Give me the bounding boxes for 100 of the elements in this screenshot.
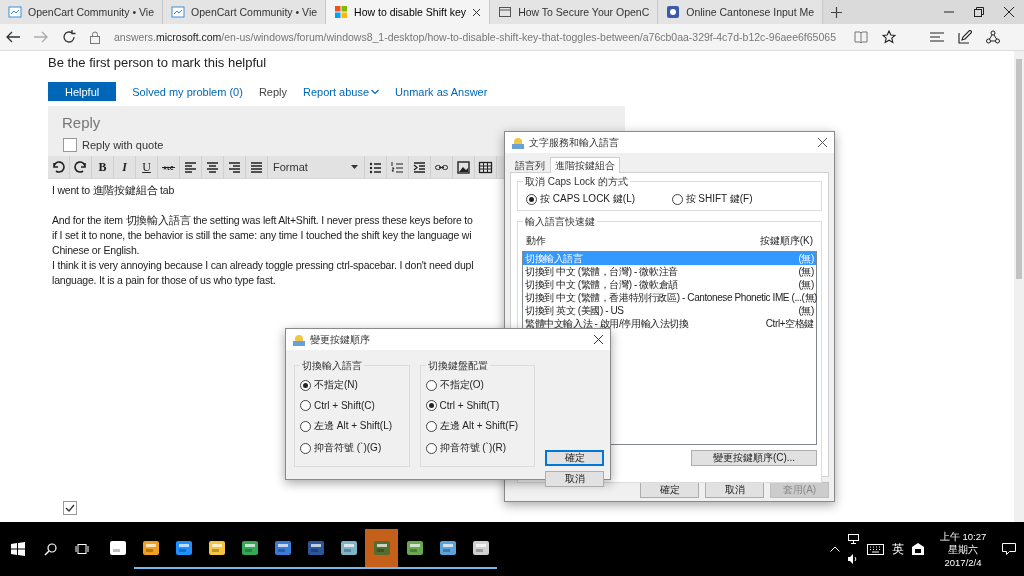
ime-pad-icon <box>912 543 924 555</box>
format-dropdown[interactable]: Format <box>268 156 365 178</box>
scrollbar[interactable] <box>1014 51 1024 524</box>
site-icon <box>8 5 22 19</box>
browser-tab[interactable]: OpenCart Community • Vie <box>163 0 327 24</box>
option-label: 按 SHIFT 鍵(F) <box>685 192 753 206</box>
new-tab-icon <box>830 6 842 18</box>
app-icon[interactable] <box>339 539 358 557</box>
dialog-title: 變更按鍵順序 <box>310 332 371 347</box>
app-icon[interactable] <box>306 539 325 557</box>
hotkey-row[interactable]: 切換到 中文 (繁體，台灣) - 微軟注音 (無) <box>523 265 816 278</box>
report-abuse-dropdown[interactable]: Report abuse <box>303 85 380 98</box>
lock-icon <box>90 30 100 44</box>
radio-button[interactable] <box>300 420 311 432</box>
hotkey-row[interactable]: 繁體中文輸入法 - 啟用/停用輸入法切換 Ctrl+空格鍵 <box>523 317 816 330</box>
close-icon <box>594 335 603 344</box>
app-icon[interactable] <box>405 539 424 557</box>
body-line: I went to 進階按鍵組合 tab <box>52 183 175 198</box>
site-icon <box>171 5 186 19</box>
page-icon <box>498 5 513 19</box>
notify-checkbox[interactable] <box>63 501 77 515</box>
app-icon[interactable] <box>240 539 259 557</box>
clock[interactable]: 上午 10:27 星期六 2017/2/4 <box>932 529 994 569</box>
dialog-tab[interactable]: 進階按鍵組合 <box>550 157 620 173</box>
browser-tab[interactable]: OpenCart Community • Vie <box>0 0 164 24</box>
reading-view-icon <box>854 31 868 43</box>
network-icon <box>848 534 859 544</box>
reply-heading: Reply <box>61 114 102 133</box>
dialog-button[interactable]: 確定 <box>545 450 604 466</box>
option-label: Ctrl + Shift(T) <box>439 400 500 411</box>
action-link[interactable]: Unmark as Answer <box>395 85 488 98</box>
restore-icon <box>974 7 984 17</box>
body-line: And for the item 切換輸入語言 the setting was left Alt+Shift. I never press these keys before to <box>52 213 473 228</box>
web-note-icon <box>958 30 972 44</box>
change-sequence-button[interactable]: 變更按鍵順序(C)... <box>691 450 817 466</box>
hotkey-row[interactable]: 切換到 中文 (繁體，台灣) - 微軟倉頡 (無) <box>523 278 816 291</box>
browser-tab[interactable]: Online Cantonese Input Me <box>658 0 824 24</box>
chevron-up-icon <box>830 546 840 552</box>
keyboard-globe-icon <box>512 136 524 149</box>
share-icon <box>986 30 1000 44</box>
back-icon <box>6 31 20 43</box>
dialog-title: 文字服務和輸入語言 <box>529 135 620 150</box>
radio-button[interactable] <box>526 193 537 205</box>
column-header: 按鍵順序(K) <box>759 234 813 248</box>
group-title: 輸入語言快速鍵 <box>523 215 597 229</box>
option-label: 不指定(N) <box>314 378 358 392</box>
format-button[interactable]: U <box>136 156 158 178</box>
refresh-icon <box>62 30 76 44</box>
windows-logo-icon <box>334 5 349 19</box>
app-icon[interactable] <box>273 539 292 557</box>
option-label: 抑音符號 (`)(G) <box>314 441 382 455</box>
checkbox-label: Reply with quote <box>82 139 164 151</box>
radio-button[interactable] <box>425 379 437 391</box>
action-link[interactable]: Solved my problem (0) <box>132 85 243 98</box>
hotkey-row[interactable]: 切換到 中文 (繁體，香港特別行政區) - Cantonese Phonetic IME (...(無) <box>523 291 816 304</box>
app-icon[interactable] <box>471 539 490 557</box>
reply-link[interactable]: Reply <box>258 85 288 98</box>
radio-button[interactable] <box>425 420 437 432</box>
checkbox[interactable] <box>63 138 77 152</box>
body-line: language. It is a pain for those of us who type fast. <box>52 273 276 288</box>
body-line: I think it is very annoying because I can already toggle pressing ctrl-spacebar. I don't need dupl <box>52 258 474 273</box>
browser-tab[interactable]: How To Secure Your OpenC <box>490 0 659 24</box>
radio-button[interactable] <box>425 400 437 411</box>
format-button[interactable]: B <box>92 156 114 178</box>
hotkey-row[interactable]: 切換到 英文 (美國) - US (無) <box>523 304 816 317</box>
app-icon[interactable] <box>207 539 226 557</box>
task-view-icon[interactable] <box>75 543 89 555</box>
dialog-tab[interactable]: 語言列 <box>510 157 550 172</box>
dialog-button[interactable]: 取消 <box>545 471 604 487</box>
option-label: 不指定(O) <box>439 378 484 392</box>
option-label: 左邊 Alt + Shift(L) <box>314 419 393 433</box>
close-icon <box>472 7 482 17</box>
radio-button[interactable] <box>300 400 311 411</box>
group-title: 取消 Caps Lock 的方式 <box>523 175 630 189</box>
app-icon[interactable] <box>174 539 193 557</box>
keyboard-globe-icon <box>293 333 305 346</box>
forward-icon <box>34 31 48 43</box>
start-icon[interactable] <box>11 542 25 556</box>
radio-button[interactable] <box>425 442 437 454</box>
app-icon[interactable] <box>438 539 457 557</box>
format-button[interactable]: I <box>114 156 136 178</box>
search-icon[interactable] <box>43 542 57 556</box>
ime-mode-indicator[interactable]: 英 <box>892 540 904 558</box>
app-icon[interactable] <box>141 539 160 557</box>
body-line: if I set it to none, the behavior is still the same: any time I touched the shift key the language wi <box>52 228 472 243</box>
notifications-icon <box>1002 542 1016 556</box>
column-header: 動作 <box>526 234 546 248</box>
helpful-button[interactable]: Helpful <box>48 82 117 101</box>
option-label: Ctrl + Shift(C) <box>314 400 375 411</box>
volume-icon <box>848 554 859 564</box>
browser-tab[interactable]: How to disable Shift key <box>326 0 491 24</box>
close-icon <box>818 138 827 147</box>
hub-icon <box>930 31 944 43</box>
radio-button[interactable] <box>671 193 683 205</box>
radio-button[interactable] <box>300 442 311 454</box>
keyboard-icon <box>867 543 884 555</box>
caret-icon <box>351 165 358 169</box>
radio-button[interactable] <box>300 379 311 391</box>
caret-icon <box>371 88 380 95</box>
app-icon[interactable] <box>108 539 127 557</box>
